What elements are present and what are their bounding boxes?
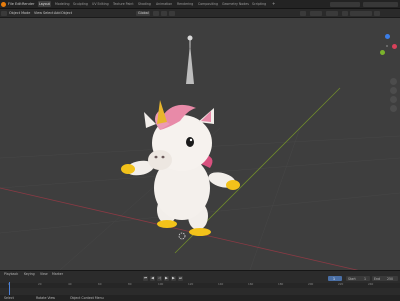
- add-workspace-icon[interactable]: +: [272, 1, 275, 7]
- blender-logo-icon[interactable]: [1, 1, 6, 7]
- camera-view-icon[interactable]: [390, 96, 397, 103]
- workspace-tab-modeling[interactable]: Modeling: [54, 1, 71, 7]
- view-layer-selector[interactable]: [363, 1, 398, 7]
- status-rotate-hint: Rotate View: [36, 296, 56, 300]
- status-bar: Select Rotate View Object Context Menu: [0, 295, 400, 301]
- viewport-header: Object Mode View Select Add Object Globa…: [0, 9, 400, 18]
- snap-icon[interactable]: [161, 10, 167, 16]
- menu-view[interactable]: View: [34, 11, 42, 15]
- workspace-tab-shading[interactable]: Shading: [137, 1, 152, 7]
- ruler-tick: 200: [308, 282, 314, 286]
- horn: [157, 100, 167, 124]
- next-keyframe-icon[interactable]: ▶: [171, 276, 176, 281]
- gizmo-center: [386, 45, 388, 47]
- right-hoof: [189, 228, 211, 236]
- 3d-viewport[interactable]: [0, 18, 400, 270]
- editor-type-button[interactable]: [1, 10, 7, 16]
- shading-options-icon[interactable]: [374, 10, 380, 16]
- xray-toggle[interactable]: [342, 10, 348, 16]
- light-cone-icon: [186, 44, 194, 84]
- right-hand: [226, 180, 240, 190]
- menu-edit[interactable]: Edit: [15, 2, 22, 6]
- menu-add[interactable]: Add: [54, 11, 61, 15]
- playhead[interactable]: [9, 282, 10, 295]
- workspace-tab-rendering[interactable]: Rendering: [176, 1, 194, 7]
- navigation-gizmo[interactable]: [376, 32, 398, 72]
- gizmo-y-axis-icon[interactable]: [380, 50, 385, 55]
- ruler-tick: 80: [128, 282, 132, 286]
- left-hand: [121, 164, 135, 174]
- end-frame-label: End: [374, 276, 381, 281]
- top-menu-bar: File Edit Render Layout Modeling Sculpti…: [0, 0, 400, 9]
- pan-icon[interactable]: [390, 87, 397, 94]
- status-select-hint: Select: [4, 296, 14, 300]
- gizmo-z-axis-icon[interactable]: [385, 34, 390, 39]
- ruler-tick: 20: [38, 282, 42, 286]
- menu-select[interactable]: Select: [43, 11, 53, 15]
- menu-file[interactable]: File: [8, 2, 14, 6]
- current-frame-value: 1: [333, 276, 336, 281]
- 3d-cursor-icon: [178, 232, 186, 240]
- timeline-view-menu[interactable]: View: [40, 272, 48, 276]
- proportional-editing-icon[interactable]: [169, 10, 175, 16]
- prev-keyframe-icon[interactable]: ◀: [150, 276, 155, 281]
- unicorn-model[interactable]: [0, 18, 400, 270]
- workspace-tab-compositing[interactable]: Compositing: [197, 1, 219, 7]
- start-frame-value: 1: [364, 276, 367, 281]
- frame-ruler[interactable]: 0 20 40 60 80 100 120 140 160 180 200 22…: [0, 283, 400, 288]
- jump-start-icon[interactable]: ⏮: [143, 276, 148, 281]
- shading-mode-buttons[interactable]: [350, 10, 372, 16]
- menu-render[interactable]: Render: [22, 2, 34, 6]
- ruler-tick: 240: [368, 282, 374, 286]
- play-icon[interactable]: ▶: [164, 276, 169, 281]
- gizmo-x-axis-icon[interactable]: [392, 44, 397, 49]
- timeline-editor: Playback Keying View Marker ⏮ ◀ ◁ ▶ ▶ ⏭ …: [0, 270, 400, 301]
- ruler-tick: 140: [218, 282, 224, 286]
- snout: [148, 150, 172, 170]
- ruler-tick: 160: [248, 282, 254, 286]
- workspace-tab-scripting[interactable]: Scripting: [251, 1, 267, 7]
- perspective-toggle-icon[interactable]: [390, 105, 397, 112]
- left-hoof: [157, 220, 177, 228]
- ruler-tick: 220: [338, 282, 344, 286]
- overlays-toggle[interactable]: [326, 10, 338, 16]
- timeline-playback-menu[interactable]: Playback: [4, 272, 18, 276]
- jump-end-icon[interactable]: ⏭: [178, 276, 183, 281]
- menu-object[interactable]: Object: [61, 11, 72, 15]
- scene-selector[interactable]: [330, 1, 360, 7]
- view-tools-column: [390, 78, 398, 114]
- visibility-icon[interactable]: [300, 10, 306, 16]
- ruler-tick: 40: [68, 282, 72, 286]
- workspace-tab-uv-editing[interactable]: UV Editing: [91, 1, 110, 7]
- ruler-tick: 100: [158, 282, 164, 286]
- ruler-tick: 60: [98, 282, 102, 286]
- workspace-tab-animation[interactable]: Animation: [155, 1, 173, 7]
- timeline-marker-menu[interactable]: Marker: [52, 272, 63, 276]
- pivot-point-icon[interactable]: [153, 10, 159, 16]
- ruler-tick: 180: [278, 282, 284, 286]
- left-ear: [144, 112, 156, 128]
- timeline-keying-menu[interactable]: Keying: [24, 272, 35, 276]
- start-frame-label: Start: [348, 276, 356, 281]
- workspace-tab-layout[interactable]: Layout: [38, 1, 51, 7]
- transform-orientation-label: Global: [138, 11, 149, 15]
- workspace-tab-texture-paint[interactable]: Texture Paint: [112, 1, 135, 7]
- ruler-tick: 120: [188, 282, 194, 286]
- status-context-hint: Object Context Menu: [70, 296, 104, 300]
- play-reverse-icon[interactable]: ◁: [157, 276, 162, 281]
- mode-selector[interactable]: Object Mode: [9, 11, 30, 15]
- eye: [186, 137, 194, 147]
- viewport-gizmos-toggle[interactable]: [310, 10, 322, 16]
- workspace-tab-sculpting[interactable]: Sculpting: [72, 1, 89, 7]
- end-frame-value: 250: [387, 276, 394, 281]
- zoom-icon[interactable]: [390, 78, 397, 85]
- workspace-tab-geometry-nodes[interactable]: Geometry Nodes: [221, 1, 250, 7]
